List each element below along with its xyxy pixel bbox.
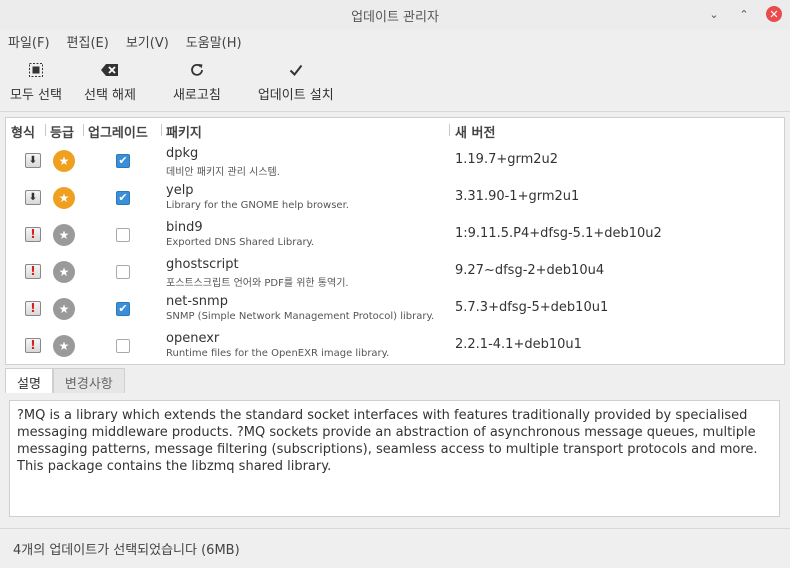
close-icon[interactable]: ✕ — [766, 6, 782, 22]
star-icon: ★ — [53, 187, 75, 209]
upgrade-checkbox[interactable]: ✔ — [116, 302, 130, 316]
upgrade-checkbox[interactable] — [116, 228, 130, 242]
deselect-label: 선택 해제 — [83, 88, 136, 103]
package-name: ghostscript — [166, 257, 239, 272]
column-package[interactable]: 패키지 — [166, 122, 202, 141]
menu-bar: 파일(F) 편집(E) 보기(V) 도움말(H) — [0, 30, 790, 52]
update-manager-window: 업데이트 관리자 ⌄ ⌃ ✕ 파일(F) 편집(E) 보기(V) 도움말(H) … — [0, 0, 790, 568]
package-row[interactable]: ! ★ bind9 Exported DNS Shared Library. 1… — [6, 216, 784, 253]
select-all-icon — [28, 60, 44, 80]
package-row[interactable]: ! ★ openexr Runtime files for the OpenEX… — [6, 327, 784, 364]
menu-view[interactable]: 보기(V) — [126, 32, 169, 51]
package-description: SNMP (Simple Network Management Protocol… — [166, 311, 435, 322]
package-name: bind9 — [166, 220, 203, 235]
list-header: 형식 등급 업그레이드 패키지 새 버전 — [6, 118, 784, 142]
refresh-button[interactable]: 새로고침 — [173, 60, 221, 103]
star-icon: ★ — [53, 224, 75, 246]
package-icon: ⬇ — [25, 153, 41, 168]
package-name: dpkg — [166, 146, 199, 161]
refresh-icon — [189, 60, 205, 80]
menu-edit[interactable]: 편집(E) — [67, 32, 109, 51]
security-icon: ! — [25, 301, 41, 316]
package-version: 5.7.3+dfsg-5+deb10u1 — [455, 300, 609, 315]
status-bar: 4개의 업데이트가 선택되었습니다 (6MB) — [0, 528, 790, 568]
column-separator — [45, 124, 46, 136]
window-controls: ⌄ ⌃ ✕ — [706, 6, 782, 22]
column-separator — [83, 124, 84, 136]
install-updates-button[interactable]: 업데이트 설치 — [258, 60, 334, 103]
install-updates-label: 업데이트 설치 — [257, 88, 334, 103]
security-icon: ! — [25, 338, 41, 353]
refresh-label: 새로고침 — [172, 88, 221, 103]
security-icon: ! — [25, 227, 41, 242]
package-row[interactable]: ! ★ ✔ net-snmp SNMP (Simple Network Mana… — [6, 290, 784, 327]
package-row[interactable]: ! ★ ghostscript 포스트스크립트 언어와 PDF를 위한 통역기.… — [6, 253, 784, 290]
package-version: 1.19.7+grm2u2 — [455, 152, 559, 167]
package-name: net-snmp — [166, 294, 228, 309]
package-version: 3.31.90-1+grm2u1 — [455, 189, 580, 204]
toolbar: 모두 선택 선택 해제 새로고침 업데이트 설치 — [0, 52, 790, 112]
select-all-label: 모두 선택 — [10, 88, 62, 103]
minimize-icon[interactable]: ⌄ — [706, 6, 722, 22]
package-description: Library for the GNOME help browser. — [166, 200, 349, 211]
checkmark-icon — [288, 60, 304, 80]
column-upgrade[interactable]: 업그레이드 — [88, 122, 148, 141]
deselect-button[interactable]: 선택 해제 — [84, 60, 136, 103]
maximize-icon[interactable]: ⌃ — [736, 6, 752, 22]
title-bar: 업데이트 관리자 ⌄ ⌃ ✕ — [0, 0, 790, 30]
column-separator — [161, 124, 162, 136]
column-new-version[interactable]: 새 버전 — [455, 122, 495, 141]
menu-file[interactable]: 파일(F) — [8, 32, 50, 51]
tab-description[interactable]: 설명 — [5, 368, 53, 393]
package-version: 2.2.1-4.1+deb10u1 — [455, 337, 582, 352]
package-list: 형식 등급 업그레이드 패키지 새 버전 ⬇ ★ ✔ dpkg 데비안 패키지 … — [5, 117, 785, 365]
package-description: Exported DNS Shared Library. — [166, 237, 315, 248]
tab-changelog[interactable]: 변경사항 — [52, 368, 125, 393]
status-text: 4개의 업데이트가 선택되었습니다 (6MB) — [13, 543, 240, 558]
package-description: 데비안 패키지 관리 시스템. — [166, 167, 280, 178]
package-icon: ⬇ — [25, 190, 41, 205]
upgrade-checkbox[interactable]: ✔ — [116, 191, 130, 205]
package-version: 1:9.11.5.P4+dfsg-5.1+deb10u2 — [455, 226, 662, 241]
details-tabs: 설명 변경사항 — [5, 368, 125, 393]
package-description: 포스트스크립트 언어와 PDF를 위한 통역기. — [166, 278, 349, 289]
window-title: 업데이트 관리자 — [351, 9, 439, 25]
select-all-button[interactable]: 모두 선택 — [10, 60, 62, 103]
package-description: Runtime files for the OpenEXR image libr… — [166, 348, 390, 359]
clear-icon — [100, 60, 119, 80]
package-name: openexr — [166, 331, 220, 346]
column-type[interactable]: 형식 — [11, 122, 35, 141]
star-icon: ★ — [53, 298, 75, 320]
star-icon: ★ — [53, 335, 75, 357]
star-icon: ★ — [53, 150, 75, 172]
description-text: ?MQ is a library which extends the stand… — [9, 400, 780, 517]
security-icon: ! — [25, 264, 41, 279]
package-version: 9.27~dfsg-2+deb10u4 — [455, 263, 605, 278]
upgrade-checkbox[interactable] — [116, 265, 130, 279]
package-name: yelp — [166, 183, 194, 198]
column-level[interactable]: 등급 — [50, 122, 74, 141]
upgrade-checkbox[interactable] — [116, 339, 130, 353]
menu-help[interactable]: 도움말(H) — [186, 32, 242, 51]
package-row[interactable]: ⬇ ★ ✔ dpkg 데비안 패키지 관리 시스템. 1.19.7+grm2u2 — [6, 142, 784, 179]
column-separator — [449, 124, 450, 136]
star-icon: ★ — [53, 261, 75, 283]
upgrade-checkbox[interactable]: ✔ — [116, 154, 130, 168]
package-row[interactable]: ⬇ ★ ✔ yelp Library for the GNOME help br… — [6, 179, 784, 216]
